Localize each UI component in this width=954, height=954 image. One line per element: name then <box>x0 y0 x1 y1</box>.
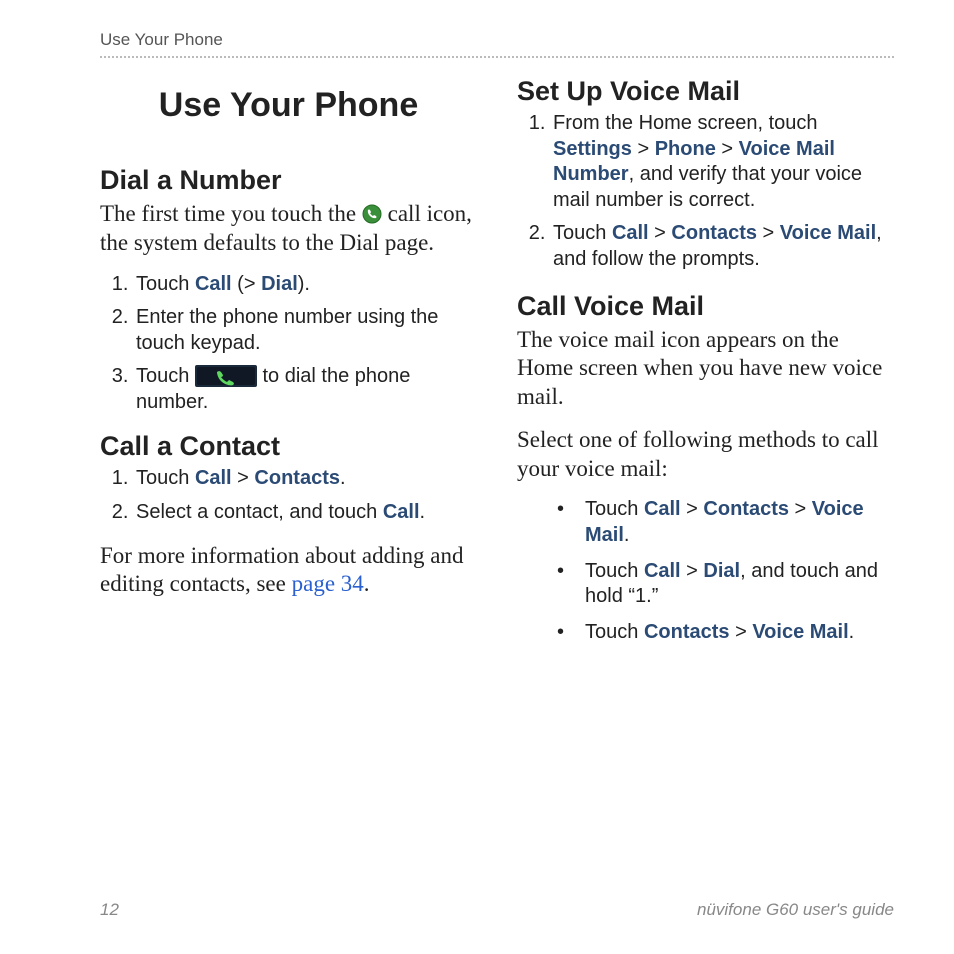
callvm-bullets: Touch Call > Contacts > Voice Mail. Touc… <box>517 497 894 645</box>
text: ). <box>298 273 310 295</box>
text: From the Home screen, touch <box>553 112 818 134</box>
heading-setup-voicemail: Set Up Voice Mail <box>517 76 894 107</box>
text: Touch <box>553 222 612 244</box>
text: For more information about adding and ed… <box>100 543 463 597</box>
text: > <box>730 621 753 643</box>
dial-button-icon <box>195 365 257 387</box>
ui-label: Contacts <box>254 467 340 489</box>
setup-steps: From the Home screen, touch Settings > P… <box>517 111 894 273</box>
heading-call-contact: Call a Contact <box>100 431 477 462</box>
columns: Use Your Phone Dial a Number The first t… <box>100 76 894 661</box>
list-item: Touch Call > Dial, and touch and hold “1… <box>567 559 894 610</box>
ui-label: Contacts <box>644 621 730 643</box>
page: Use Your Phone Use Your Phone Dial a Num… <box>0 0 954 701</box>
text: > <box>716 138 739 160</box>
ui-label: Call <box>195 273 232 295</box>
callvm-p1: The voice mail icon appears on the Home … <box>517 326 894 412</box>
list-item: Touch Call > Contacts > Voice Mail. <box>567 497 894 548</box>
list-item: Touch to dial the phone number. <box>134 364 477 415</box>
text: Touch <box>136 273 195 295</box>
heading-dial-number: Dial a Number <box>100 165 477 196</box>
page-link[interactable]: page 34 <box>292 571 364 596</box>
dial-intro: The first time you touch the call icon, … <box>100 200 477 258</box>
dial-steps: Touch Call (> Dial). Enter the phone num… <box>100 272 477 416</box>
list-item: Touch Call > Contacts > Voice Mail, and … <box>551 221 894 272</box>
page-number: 12 <box>100 900 119 920</box>
heading-call-voicemail: Call Voice Mail <box>517 291 894 322</box>
ui-label: Call <box>195 467 232 489</box>
ui-label: Call <box>383 501 420 523</box>
page-title: Use Your Phone <box>100 86 477 125</box>
ui-label: Call <box>644 498 681 520</box>
text: . <box>364 571 370 596</box>
list-item: Select a contact, and touch Call. <box>134 500 477 526</box>
list-item: Enter the phone number using the touch k… <box>134 305 477 356</box>
text: Touch <box>585 560 644 582</box>
text: . <box>340 467 346 489</box>
text: Touch <box>585 498 644 520</box>
contact-more: For more information about adding and ed… <box>100 542 477 600</box>
ui-label: Contacts <box>671 222 757 244</box>
guide-title: nüvifone G60 user's guide <box>697 900 894 920</box>
ui-label: Call <box>612 222 649 244</box>
ui-label: Voice Mail <box>780 222 876 244</box>
right-column: Set Up Voice Mail From the Home screen, … <box>517 76 894 661</box>
text: . <box>420 501 426 523</box>
running-head: Use Your Phone <box>100 30 894 58</box>
call-icon <box>362 203 382 223</box>
text: > <box>681 560 704 582</box>
text: . <box>624 524 630 546</box>
text: > <box>757 222 780 244</box>
footer: 12 nüvifone G60 user's guide <box>100 900 894 920</box>
list-item: From the Home screen, touch Settings > P… <box>551 111 894 213</box>
text: > <box>649 222 672 244</box>
list-item: Touch Call > Contacts. <box>134 466 477 492</box>
text: > <box>681 498 704 520</box>
left-column: Use Your Phone Dial a Number The first t… <box>100 76 477 661</box>
ui-label: Dial <box>261 273 298 295</box>
ui-label: Contacts <box>703 498 789 520</box>
ui-label: Phone <box>655 138 716 160</box>
list-item: Touch Contacts > Voice Mail. <box>567 620 894 646</box>
ui-label: Voice Mail <box>752 621 848 643</box>
text: . <box>849 621 855 643</box>
text: Touch <box>136 365 195 387</box>
text: The first time you touch the <box>100 201 362 226</box>
text: Touch <box>585 621 644 643</box>
callvm-p2: Select one of following methods to call … <box>517 426 894 484</box>
text: > <box>632 138 655 160</box>
list-item: Touch Call (> Dial). <box>134 272 477 298</box>
text: (> <box>232 273 261 295</box>
text: Select a contact, and touch <box>136 501 383 523</box>
ui-label: Dial <box>703 560 740 582</box>
text: > <box>789 498 812 520</box>
ui-label: Call <box>644 560 681 582</box>
text: > <box>232 467 255 489</box>
ui-label: Settings <box>553 138 632 160</box>
contact-steps: Touch Call > Contacts. Select a contact,… <box>100 466 477 525</box>
text: Touch <box>136 467 195 489</box>
